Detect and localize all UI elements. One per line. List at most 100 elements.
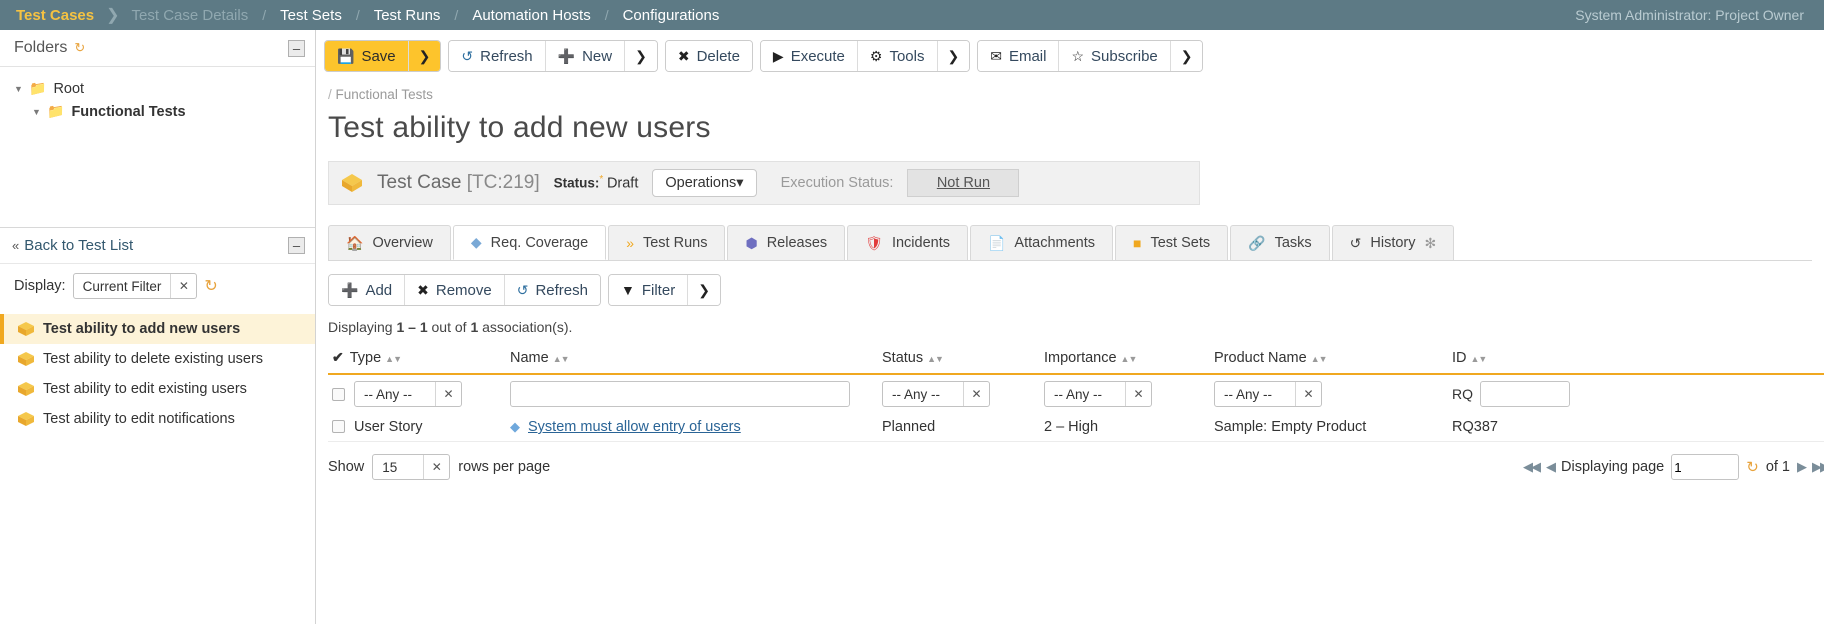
grid-refresh-label: Refresh (535, 281, 588, 299)
grid-actions-group: ➕ Add ✖ Remove ↺ Refresh (328, 274, 601, 306)
row-checkbox[interactable] (332, 420, 345, 433)
page-nav-group: ◀◀ ◀ Displaying page ↻ of 1 ▶ ▶▶ (1523, 454, 1824, 480)
grid-refresh-button[interactable]: ↺ Refresh (503, 275, 600, 305)
filter-button[interactable]: ▼ Filter (609, 275, 688, 305)
remove-label: Remove (435, 281, 492, 299)
refresh-icon[interactable]: ↻ (74, 40, 85, 56)
name-filter-input[interactable] (510, 381, 850, 407)
sort-icon[interactable]: ▲▼ (1121, 354, 1138, 364)
nav-item-test-case-details[interactable]: Test Case Details (130, 7, 251, 24)
back-to-test-list-link[interactable]: Back to Test List (24, 237, 133, 254)
first-page-icon[interactable]: ◀◀ (1523, 459, 1541, 475)
refresh-icon[interactable]: ↻ (1746, 458, 1759, 476)
refresh-icon: ↺ (461, 47, 474, 64)
tab-releases[interactable]: ⬢ Releases (727, 225, 846, 260)
tab-overview[interactable]: 🏠 Overview (328, 225, 451, 260)
page-number-input[interactable] (1671, 454, 1740, 480)
refresh-button[interactable]: ↺ Refresh (449, 41, 545, 71)
tab-tasks[interactable]: 🔗 Tasks (1230, 225, 1330, 260)
status-filter-select[interactable]: -- Any -- ✕ (882, 381, 990, 407)
tab-attachments[interactable]: 📄 Attachments (969, 225, 1114, 260)
tab-incidents[interactable]: 🛡 Incidents (847, 225, 968, 260)
artifact-id-label: [TC:219] (466, 172, 540, 193)
execute-button[interactable]: ▶ Execute (760, 41, 857, 71)
operations-button[interactable]: Operations▾ (652, 169, 757, 197)
chevrons-left-icon[interactable]: « (12, 238, 19, 253)
type-filter-value: -- Any -- (364, 386, 413, 402)
column-header-type[interactable]: ✔ Type ▲▼ (328, 343, 506, 375)
nav-item-test-runs[interactable]: Test Runs (372, 7, 443, 24)
sync-icon[interactable]: ↻ (204, 276, 217, 296)
close-icon: ✖ (417, 281, 429, 298)
table-header: ✔ Type ▲▼ Name ▲▼ Status ▲▼ Importance ▲▼ Pro… (328, 343, 1824, 375)
next-page-icon[interactable]: ▶ (1797, 459, 1807, 475)
column-label: ID (1452, 349, 1467, 366)
column-header-id[interactable]: ID ▲▼ (1448, 343, 1824, 375)
diamond-icon (342, 174, 362, 192)
nav-item-test-cases[interactable]: Test Cases (14, 7, 96, 24)
email-button[interactable]: ✉ Email (978, 41, 1059, 71)
new-button[interactable]: ➕ New (544, 41, 625, 71)
collapse-folders-button[interactable]: – (288, 39, 305, 57)
column-header-importance[interactable]: Importance ▲▼ (1040, 343, 1210, 375)
tab-history[interactable]: ↺ History ✻ (1331, 225, 1455, 260)
sort-icon[interactable]: ▲▼ (1311, 354, 1328, 364)
tree-item-root[interactable]: ▼ 📁 Root (0, 77, 315, 100)
nav-item-automation-hosts[interactable]: Automation Hosts (470, 7, 592, 24)
tools-button[interactable]: ⚙ Tools (856, 41, 937, 71)
cube-icon (18, 322, 34, 336)
chevron-down-icon[interactable]: ▼ (32, 107, 47, 117)
list-item[interactable]: Test ability to edit notifications (0, 404, 315, 434)
filter-cell-importance: -- Any -- ✕ (1040, 374, 1210, 413)
displaying-count: Displaying 1 – 1 out of 1 association(s)… (316, 306, 1824, 343)
prev-page-icon[interactable]: ◀ (1546, 459, 1556, 475)
column-header-name[interactable]: Name ▲▼ (506, 343, 878, 375)
requirement-link[interactable]: System must allow entry of users (528, 419, 741, 435)
tools-dropdown-button[interactable]: ❯ (936, 41, 970, 71)
home-icon: 🏠 (346, 234, 364, 251)
column-header-status[interactable]: Status ▲▼ (878, 343, 1040, 375)
subscribe-dropdown-button[interactable]: ❯ (1169, 41, 1203, 71)
nav-item-test-sets[interactable]: Test Sets (278, 7, 344, 24)
list-item[interactable]: Test ability to add new users (0, 314, 315, 344)
tab-req-coverage[interactable]: ◆ Req. Coverage (452, 225, 607, 260)
delete-button[interactable]: ✖ Delete (665, 41, 752, 71)
displaying-page-label: Displaying page (1561, 459, 1665, 475)
sort-icon[interactable]: ▲▼ (385, 354, 402, 364)
sort-icon[interactable]: ▲▼ (927, 354, 944, 364)
status-field: Status:* Draft (554, 174, 639, 191)
execution-status-value[interactable]: Not Run (907, 169, 1020, 197)
select-all-check-icon[interactable]: ✔ (332, 349, 344, 365)
tab-test-sets[interactable]: ■ Test Sets (1115, 225, 1229, 260)
list-item[interactable]: Test ability to edit existing users (0, 374, 315, 404)
sort-icon[interactable]: ▲▼ (1471, 354, 1488, 364)
last-page-icon[interactable]: ▶▶ (1812, 459, 1824, 475)
subscribe-button[interactable]: ☆ Subscribe (1058, 41, 1170, 71)
nav-separator: / (262, 7, 267, 23)
display-filter-select[interactable]: Current Filter ✕ (72, 273, 198, 299)
collapse-test-list-button[interactable]: – (288, 237, 305, 254)
tree-item-functional-tests[interactable]: ▼ 📁 Functional Tests (0, 100, 315, 123)
remove-button[interactable]: ✖ Remove (404, 275, 504, 305)
list-item[interactable]: Test ability to delete existing users (0, 344, 315, 374)
type-filter-select[interactable]: -- Any -- ✕ (354, 381, 462, 407)
importance-filter-select[interactable]: -- Any -- ✕ (1044, 381, 1152, 407)
product-name-filter-select[interactable]: -- Any -- ✕ (1214, 381, 1322, 407)
id-filter-input[interactable] (1480, 381, 1570, 407)
row-checkbox[interactable] (332, 387, 345, 401)
save-dropdown-button[interactable]: ❯ (407, 41, 441, 71)
rows-per-page-select[interactable]: 15 ✕ (372, 454, 451, 480)
new-dropdown-button[interactable]: ❯ (624, 41, 657, 71)
column-header-product-name[interactable]: Product Name ▲▼ (1210, 343, 1448, 375)
add-button[interactable]: ➕ Add (329, 275, 405, 305)
nav-item-configurations[interactable]: Configurations (621, 7, 722, 24)
rows-per-page-group: Show 15 ✕ rows per page (328, 454, 550, 480)
save-button[interactable]: 💾 Save (325, 41, 408, 71)
breadcrumb-folder[interactable]: Functional Tests (336, 87, 433, 102)
sort-icon[interactable]: ▲▼ (553, 354, 570, 364)
funnel-icon: ▼ (621, 282, 635, 298)
table-row[interactable]: User Story ◆ System must allow entry of u… (328, 413, 1824, 442)
chevron-down-icon[interactable]: ▼ (14, 84, 29, 94)
tab-test-runs[interactable]: » Test Runs (608, 225, 726, 260)
filter-dropdown-button[interactable]: ❯ (687, 275, 720, 305)
